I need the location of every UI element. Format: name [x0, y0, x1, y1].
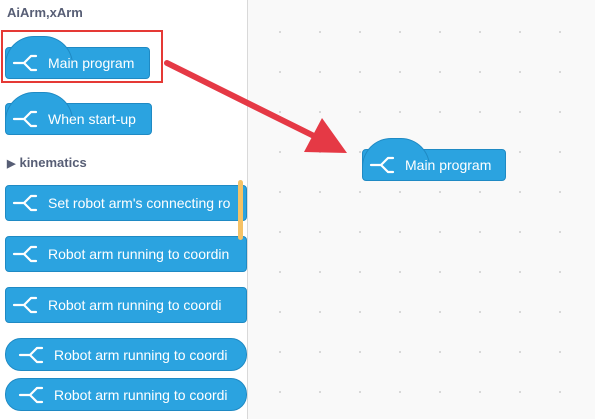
- block-label: Robot arm running to coordi: [54, 346, 228, 363]
- arm-claw-icon: [12, 54, 38, 72]
- block-label: Main program: [48, 55, 135, 71]
- block-label: Main program: [405, 157, 492, 173]
- arm-claw-icon: [12, 245, 38, 263]
- block-label: Robot arm running to coordi: [54, 386, 228, 403]
- arm-claw-icon: [12, 296, 38, 314]
- block-label: When start-up: [48, 111, 136, 127]
- block-label: Robot arm running to coordin: [48, 246, 230, 262]
- arm-claw-icon: [12, 110, 38, 128]
- arm-claw-icon: [12, 194, 38, 212]
- block-label: Robot arm running to coordi: [48, 297, 222, 313]
- arm-claw-icon: [18, 386, 44, 403]
- arm-claw-icon: [18, 346, 44, 363]
- arm-claw-icon: [369, 156, 395, 174]
- block-label: Set robot arm's connecting ro: [48, 195, 231, 211]
